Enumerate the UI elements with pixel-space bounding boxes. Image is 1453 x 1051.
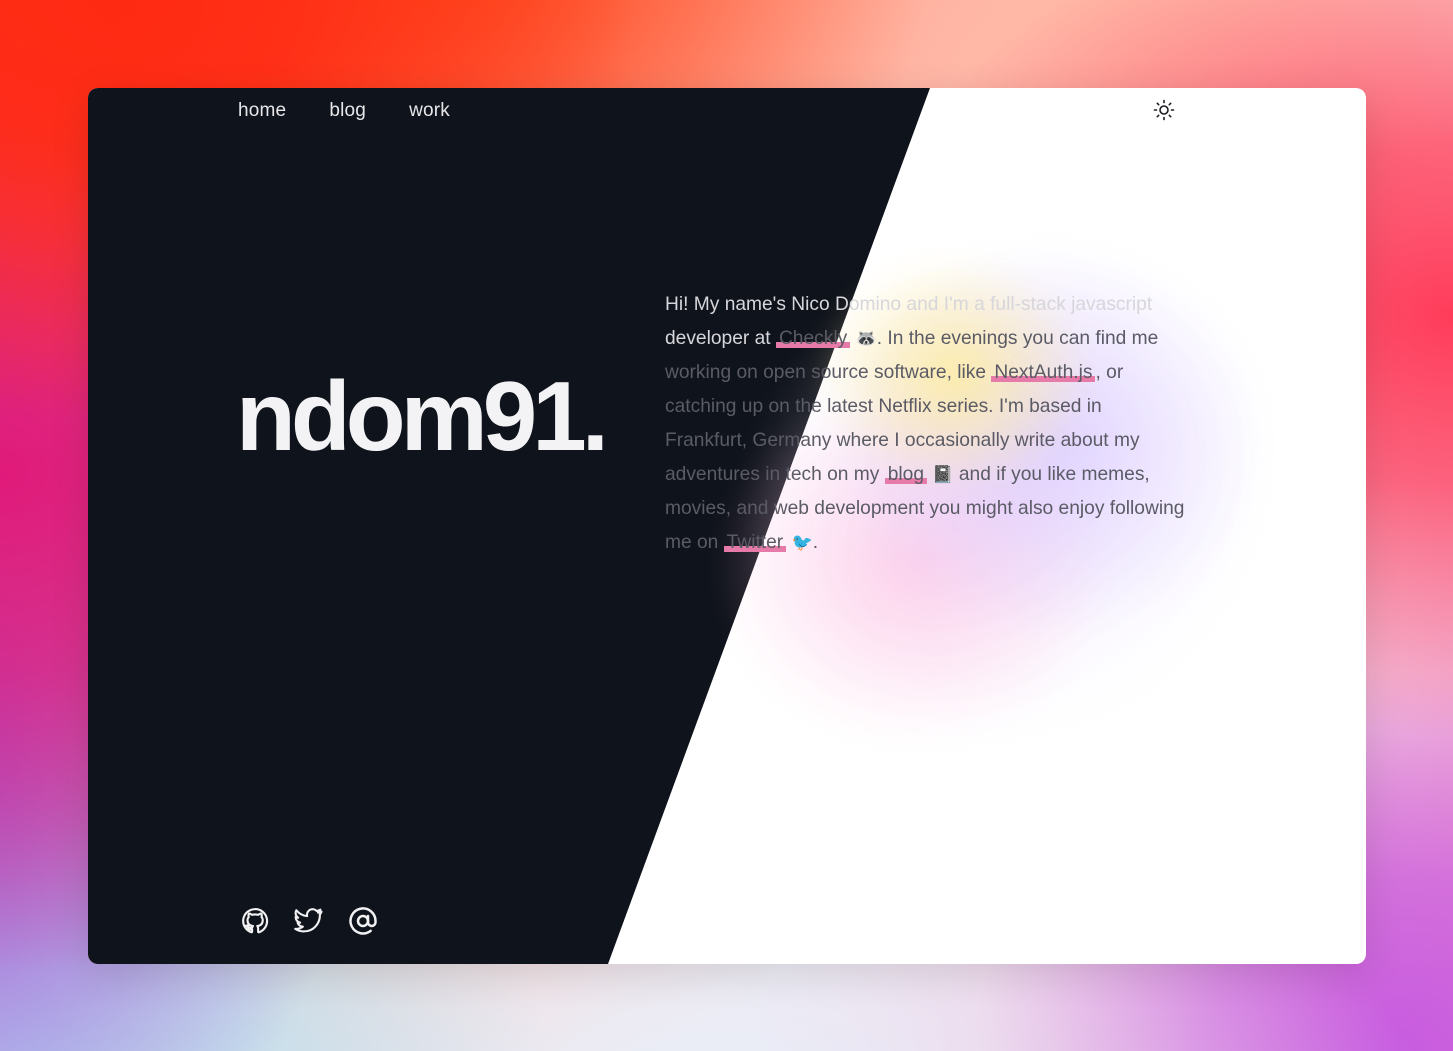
intro-text-5: . (812, 532, 819, 553)
main-card: home blog work ndom91. Hi! My name's Nic… (88, 88, 1366, 964)
github-link[interactable] (240, 906, 270, 936)
nav-home-link[interactable]: home (238, 98, 286, 124)
twitter-icon (294, 908, 323, 933)
intro-paragraph: Hi! My name's Nico Domino and I'm a full… (665, 288, 1185, 560)
site-logo: ndom91. (236, 361, 609, 471)
nav-blog-link[interactable]: blog (329, 98, 366, 124)
notebook-emoji: 📓 (932, 465, 954, 485)
twitter-profile-link[interactable] (294, 906, 324, 936)
sun-icon (1153, 99, 1175, 121)
main-nav: home blog work (238, 98, 493, 124)
email-link[interactable] (348, 906, 378, 936)
nextauth-link[interactable]: NextAuth.js (991, 362, 1096, 383)
at-sign-icon (349, 907, 377, 935)
nav-work-link[interactable]: work (409, 98, 450, 124)
theme-toggle-button[interactable] (1152, 98, 1176, 122)
social-links (240, 906, 378, 936)
twitter-link[interactable]: Twitter (723, 532, 787, 553)
github-icon (242, 908, 269, 934)
checkly-link[interactable]: Checkly (775, 328, 851, 349)
bird-emoji: 🐦 (791, 533, 813, 553)
raccoon-emoji: 🦝 (855, 329, 877, 349)
blog-link[interactable]: blog (884, 464, 927, 485)
